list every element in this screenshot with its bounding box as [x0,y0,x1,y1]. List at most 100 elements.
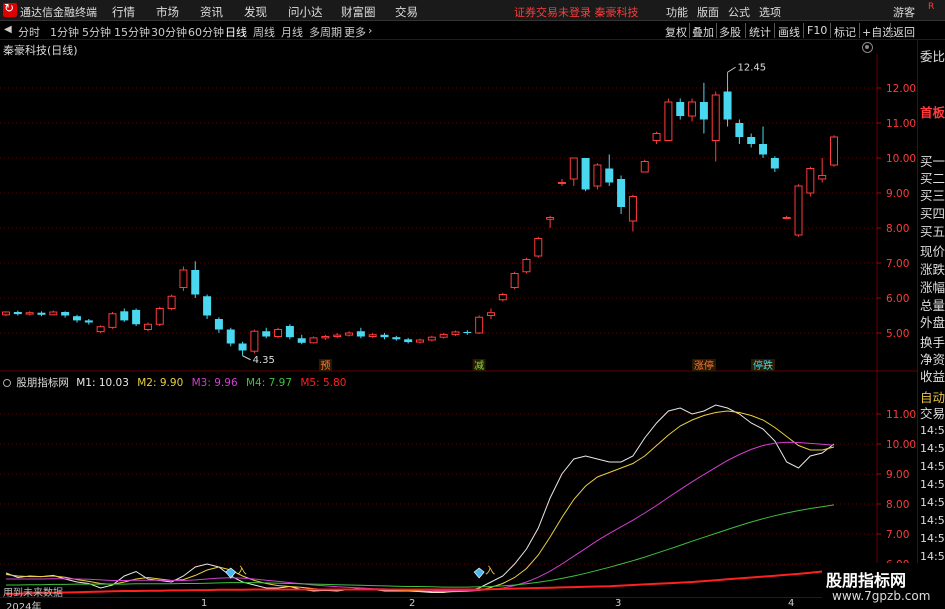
candle-body [735,123,744,137]
login-notice[interactable]: 证券交易未登录 秦豪科技 [514,4,639,20]
sidebar-bid-ratio: 委比 [920,49,945,64]
candle-body [2,311,10,316]
candle-body [380,334,389,338]
quote-sidebar: 委比 首板 买一 买二 买三 买四 买五 现价 涨跌 涨幅 总量 外盘 换手 净… [917,40,945,597]
candle-body [427,336,436,341]
tool-mark-button[interactable]: 标记 [834,24,856,40]
menu-item-function[interactable]: 功能 [666,4,688,20]
eye-icon[interactable] [3,379,11,387]
date-tick: 4 [788,598,795,609]
menu-bar: 通达信金融终端 行情 市场 资讯 发现 问小达 财富圈 交易 证券交易未登录 秦… [0,0,945,21]
sidebar-trade[interactable]: 交易 [920,403,945,422]
menu-item-xiaoda[interactable]: 问小达 [288,4,323,20]
candle-body [120,311,129,321]
period-tab-1min[interactable]: 1分钟 [50,24,79,40]
tool-multi-stock-button[interactable]: 多股 [719,24,741,40]
price-tick-label: 7.00 [886,258,909,270]
app-title: 通达信金融终端 [20,6,97,19]
candle-body [794,185,803,236]
legend-m1: M1: 10.03 [76,377,129,389]
watermark-url: www.7gpzb.com [832,589,931,603]
period-tab-weekly[interactable]: 周线 [253,24,275,40]
sidebar-row: 买三 [920,188,945,203]
candle-body [297,338,306,343]
period-tab-timeshare[interactable]: 分时 [18,24,40,40]
candle-body [25,312,34,315]
toolbar-divider [859,23,860,38]
period-tab-15min[interactable]: 15分钟 [114,24,150,40]
trade-time: 14:56 [920,460,945,473]
menu-item-trade[interactable]: 交易 [395,4,418,20]
tool-f10-button[interactable]: F10 [807,24,827,37]
menu-item-layout[interactable]: 版面 [697,4,719,20]
guest-label[interactable]: 游客 [893,4,915,20]
price-axis: 12.00 11.00 10.00 9.00 8.00 7.00 6.00 5.00 [877,83,916,340]
date-tick: 3 [615,598,622,609]
candle-body [605,168,614,183]
tool-draw-button[interactable]: 画线 [778,24,800,40]
candle-body [72,316,81,321]
buy-signal-label: 入 [237,566,247,577]
period-tab-30min[interactable]: 30分钟 [151,24,187,40]
candle-body [285,326,294,338]
candle-body [699,102,708,120]
candle-body [37,312,46,315]
trade-time: 14:56 [920,424,945,437]
high-price-label: 12.45 [738,62,767,73]
candle-body [830,136,838,166]
candle-body [770,158,779,169]
period-tab-multi[interactable]: 多周期 [309,24,342,40]
date-tick: 2 [409,598,416,609]
candlestick-chart[interactable]: 12.45 4.35 预 减 涨停 停跌 12.00 11.00 10.00 9.00 8.00 7… [0,40,917,372]
indicator-tick-label: 9.00 [886,469,909,481]
sidebar-first-board: 首板 [920,105,945,120]
tool-overlay-button[interactable]: 叠加 [692,24,714,40]
candle-body [84,320,93,323]
period-tab-monthly[interactable]: 月线 [281,24,303,40]
indicator-chart[interactable]: 入入 11.0010.009.008.007.006.00 [0,372,917,597]
candle-body [498,294,507,301]
menu-item-market[interactable]: 市场 [156,4,179,20]
tool-stats-button[interactable]: 统计 [749,24,771,40]
tool-adjust-button[interactable]: 复权 [665,24,687,40]
menu-item-formula[interactable]: 公式 [728,4,750,20]
candle-body [628,196,637,222]
menu-item-quotes[interactable]: 行情 [112,4,135,20]
sidebar-row: 涨幅 [920,280,945,295]
candle-body [463,331,472,333]
period-tab-60min[interactable]: 60分钟 [188,24,224,40]
chevron-left-icon[interactable]: ◀ [4,24,12,35]
price-tick-label: 10.00 [886,153,916,165]
event-label: 停跌 [753,359,773,372]
candle-body [806,168,815,194]
candle-body [143,323,152,330]
sidebar-row: 买四 [920,206,945,221]
indicator-signals: 入入 [225,566,495,579]
chevron-right-icon[interactable]: › [368,24,372,37]
candle-body [226,329,235,344]
candle-body [747,137,756,144]
menu-item-news[interactable]: 资讯 [200,4,223,20]
trade-time: 14:56 [920,442,945,455]
legend-m2: M2: 9.90 [137,377,184,389]
price-tick-label: 6.00 [886,293,909,305]
indicator-tick-label: 11.00 [886,409,916,421]
sidebar-row: 外盘 [920,315,945,330]
candle-body [345,332,354,336]
tool-add-watchlist-button[interactable]: +自选 [862,24,893,40]
candle-body [167,295,176,309]
menu-item-options[interactable]: 选项 [759,4,781,20]
candle-body [155,308,164,325]
period-tab-5min[interactable]: 5分钟 [82,24,111,40]
tool-back-button[interactable]: 返回 [893,24,915,40]
menu-item-discover[interactable]: 发现 [244,4,267,20]
legend-m5: M5: 5.80 [300,377,347,389]
period-tab-daily[interactable]: 日线 [225,24,247,40]
candle-body [356,331,365,337]
indicator-tick-label: 10.00 [886,439,916,451]
period-tab-more[interactable]: 更多 [344,24,366,40]
side-r-label: R [928,2,935,12]
indicator-axis: 11.0010.009.008.007.006.00 [877,409,916,571]
candle-body [451,331,460,335]
menu-item-wealth[interactable]: 财富圈 [341,4,376,20]
